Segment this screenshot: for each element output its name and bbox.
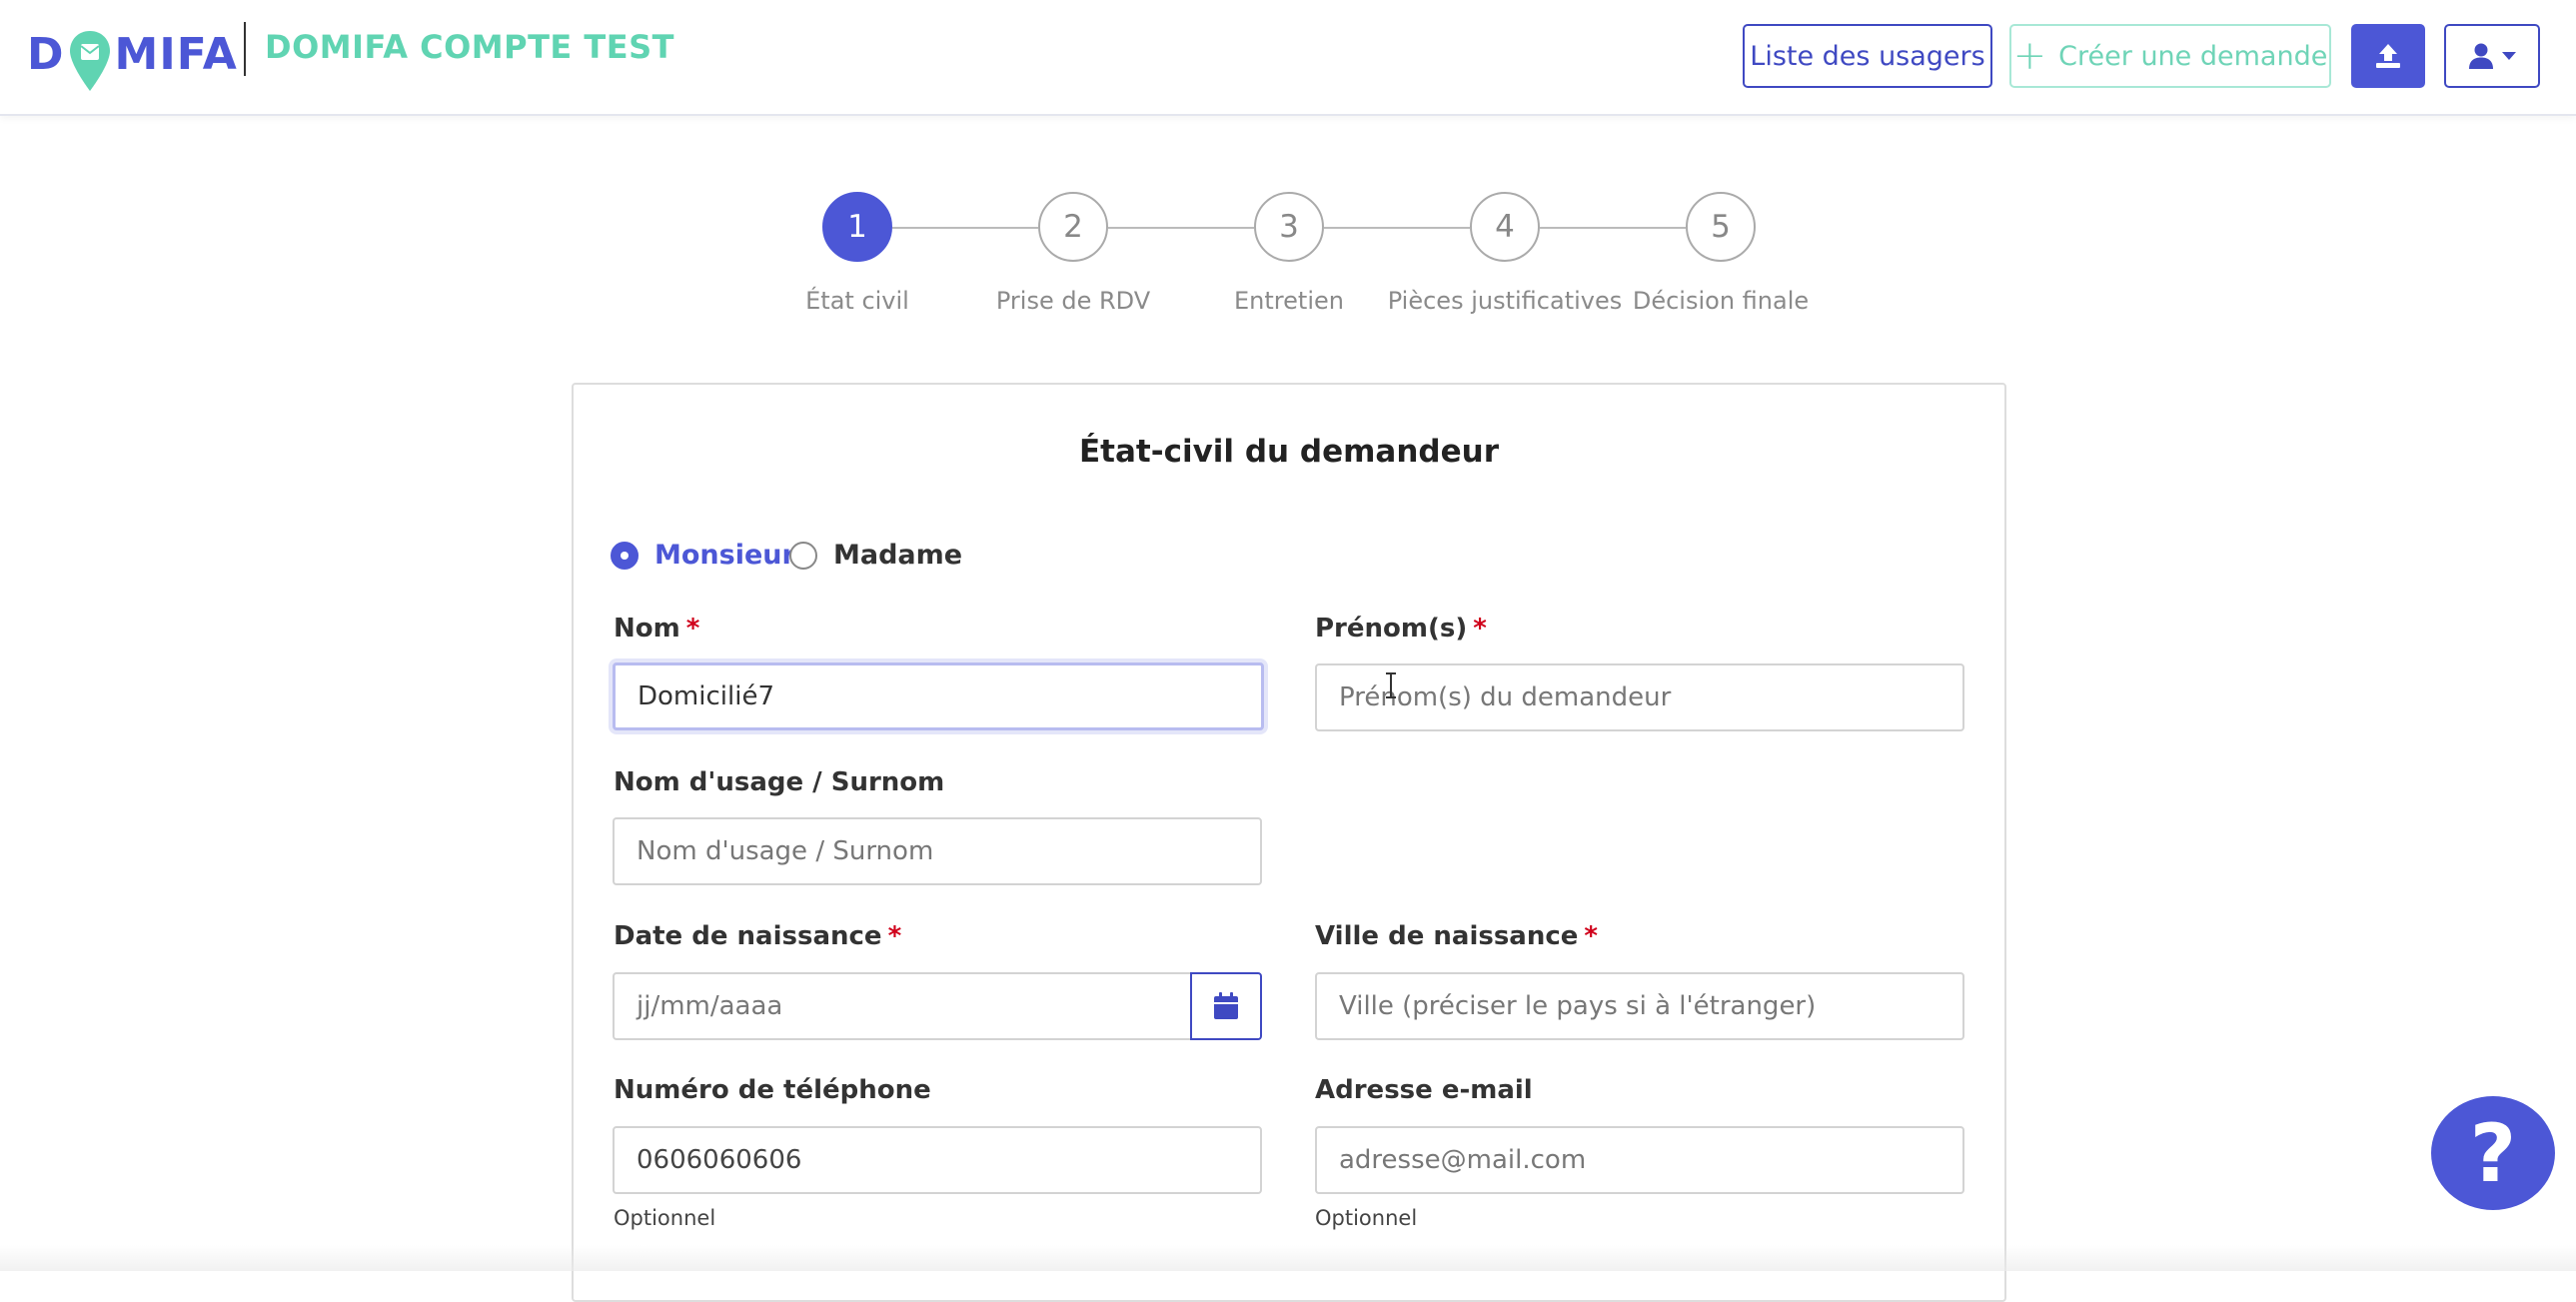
nom-label: Nom * bbox=[614, 614, 700, 644]
nom-input[interactable]: Domicilié7 bbox=[613, 662, 1264, 730]
radio-monsieur[interactable]: Monsieur bbox=[611, 540, 795, 571]
organization-name: DOMIFA COMPTE TEST bbox=[265, 28, 674, 66]
telephone-input[interactable]: 0606060606 bbox=[613, 1126, 1262, 1194]
bottom-fade bbox=[0, 1245, 2576, 1271]
calendar-icon bbox=[1214, 992, 1238, 1019]
ville-naissance-label: Ville de naissance * bbox=[1315, 921, 1599, 951]
stepper-connector bbox=[1540, 227, 1686, 229]
header-divider bbox=[244, 22, 246, 76]
surnom-input[interactable]: Nom d'usage / Surnom bbox=[613, 817, 1262, 885]
email-label: Adresse e-mail bbox=[1315, 1075, 1533, 1105]
ville-naissance-input[interactable]: Ville (préciser le pays si à l'étranger) bbox=[1315, 972, 1964, 1040]
radio-madame[interactable]: Madame bbox=[789, 540, 962, 571]
user-icon bbox=[2469, 43, 2493, 69]
plus-icon: + bbox=[2012, 33, 2047, 79]
radio-monsieur-label: Monsieur bbox=[654, 540, 795, 571]
telephone-label: Numéro de téléphone bbox=[614, 1075, 931, 1105]
map-pin-icon bbox=[69, 31, 110, 91]
user-menu-button[interactable] bbox=[2444, 24, 2540, 88]
step-3-circle[interactable]: 3 bbox=[1254, 192, 1324, 262]
caret-down-icon bbox=[2502, 52, 2516, 60]
stepper-connector bbox=[1324, 227, 1470, 229]
step-5-circle[interactable]: 5 bbox=[1686, 192, 1756, 262]
date-naissance-label: Date de naissance * bbox=[614, 921, 902, 951]
upload-icon bbox=[2376, 44, 2400, 68]
surnom-label: Nom d'usage / Surnom bbox=[614, 767, 945, 797]
prenom-label: Prénom(s) * bbox=[1315, 614, 1487, 644]
step-2-circle[interactable]: 2 bbox=[1038, 192, 1108, 262]
logo-text-left: D bbox=[27, 28, 65, 80]
users-list-button[interactable]: Liste des usagers bbox=[1743, 24, 1992, 88]
email-hint: Optionnel bbox=[1315, 1206, 1418, 1230]
prenom-input[interactable]: Prénom(s) du demandeur bbox=[1315, 663, 1964, 731]
radio-madame-indicator[interactable] bbox=[789, 541, 817, 570]
telephone-hint: Optionnel bbox=[614, 1206, 716, 1230]
step-5-label: Décision finale bbox=[1632, 287, 1810, 315]
form-title: État-civil du demandeur bbox=[1079, 434, 1499, 470]
step-1-circle[interactable]: 1 bbox=[822, 192, 892, 262]
stepper-connector bbox=[892, 227, 1038, 229]
stepper-connector bbox=[1108, 227, 1254, 229]
text-cursor-icon bbox=[1386, 672, 1396, 698]
radio-madame-label: Madame bbox=[833, 540, 963, 571]
create-request-button[interactable]: + Créer une demande bbox=[2009, 24, 2331, 88]
calendar-button[interactable] bbox=[1190, 972, 1262, 1040]
help-button[interactable]: ? bbox=[2431, 1096, 2555, 1210]
app-header: D MIFA DOMIFA COMPTE TEST Liste des usag… bbox=[0, 0, 2576, 116]
upload-button[interactable] bbox=[2351, 24, 2425, 88]
date-naissance-input[interactable]: jj/mm/aaaa bbox=[613, 972, 1192, 1040]
email-input[interactable]: adresse@mail.com bbox=[1315, 1126, 1964, 1194]
radio-monsieur-indicator[interactable] bbox=[611, 541, 639, 570]
step-4-circle[interactable]: 4 bbox=[1470, 192, 1540, 262]
logo-text-right: MIFA bbox=[114, 28, 238, 80]
domifa-logo[interactable]: D MIFA bbox=[27, 18, 238, 91]
create-request-label: Créer une demande bbox=[2058, 40, 2328, 72]
